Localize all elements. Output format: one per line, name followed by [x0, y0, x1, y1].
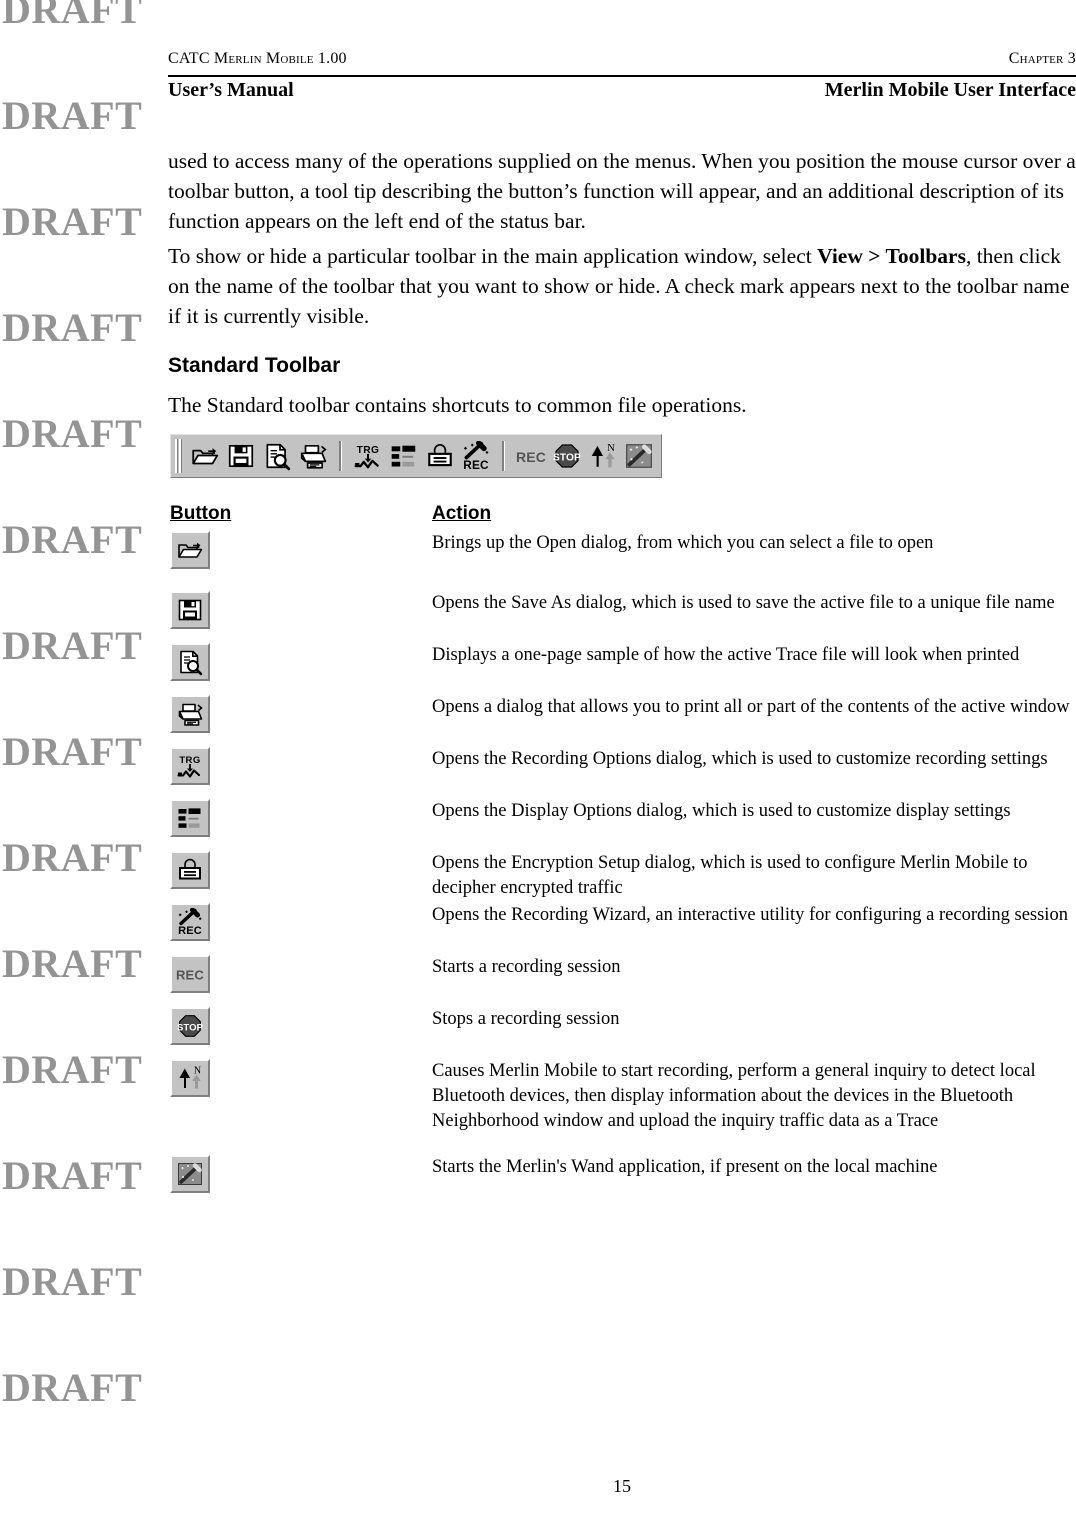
encryption-setup-icon-button[interactable]: [170, 851, 210, 889]
save-icon-button[interactable]: [170, 591, 210, 629]
svg-text:REC: REC: [463, 459, 489, 471]
running-header-bottom: User’s Manual Merlin Mobile User Interfa…: [168, 79, 1076, 105]
draft-watermark: DRAFT: [2, 1047, 143, 1092]
draft-watermark: DRAFT: [2, 199, 143, 244]
merlins-wand-icon-button[interactable]: [170, 1155, 210, 1193]
svg-text:N: N: [607, 442, 615, 454]
running-header-top: CATC Merlin Mobile 1.00 Chapter 3: [168, 50, 1076, 72]
column-header-button: Button: [170, 503, 232, 524]
row-action-text: Opens the Recording Wizard, an interacti…: [432, 905, 1068, 925]
draft-watermark: DRAFT: [2, 1259, 143, 1304]
svg-text:STOP: STOP: [177, 1022, 204, 1033]
record-start-icon[interactable]: REC: [516, 441, 546, 471]
print-icon[interactable]: [298, 441, 328, 471]
table-row: Opens the Display Options dialog, which …: [168, 799, 1074, 851]
table-row: Displays a one-page sample of how the ac…: [168, 643, 1074, 695]
table-row: Opens the Save As dialog, which is used …: [168, 591, 1074, 643]
header-chapter-label: Chapter 3: [1008, 50, 1076, 67]
row-action-text: Displays a one-page sample of how the ac…: [432, 645, 1020, 665]
bluetooth-neighborhood-icon-button[interactable]: N: [170, 1059, 210, 1097]
svg-text:REC: REC: [178, 925, 202, 936]
menu-path-emphasis: View > Toolbars: [817, 244, 966, 268]
table-row: Opens the Encryption Setup dialog, which…: [168, 851, 1074, 903]
toolbar-separator: [502, 441, 505, 471]
column-header-action: Action: [432, 503, 492, 524]
draft-watermark: DRAFT: [2, 729, 143, 774]
row-action-text: Stops a recording session: [432, 1009, 620, 1029]
row-action-text: Starts a recording session: [432, 957, 621, 977]
table-row: REC Opens the Recording Wizard, an intera…: [168, 903, 1074, 955]
page-content: CATC Merlin Mobile 1.00 Chapter 3 User’s…: [168, 0, 1076, 1515]
svg-text:STOP: STOP: [553, 453, 581, 464]
header-manual-title: User’s Manual: [168, 79, 294, 101]
recording-wizard-icon-button[interactable]: REC: [170, 903, 210, 941]
table-row: STOP Stops a recording session: [168, 1007, 1074, 1059]
merlins-wand-icon[interactable]: [624, 441, 654, 471]
draft-watermark-column: DRAFT DRAFT DRAFT DRAFT DRAFT DRAFT DRAFT DRAFT…: [0, 0, 160, 1515]
body-paragraph-2: To show or hide a particular toolbar in …: [168, 241, 1076, 331]
open-icon[interactable]: [190, 441, 220, 471]
save-icon[interactable]: [226, 441, 256, 471]
row-action-text: Brings up the Open dialog, from which yo…: [432, 533, 934, 553]
svg-text:N: N: [194, 1066, 201, 1077]
encryption-setup-icon[interactable]: [425, 441, 455, 471]
table-row: Brings up the Open dialog, from which yo…: [168, 531, 1074, 587]
table-header-row: Button Action: [170, 503, 1076, 529]
draft-watermark: DRAFT: [2, 835, 143, 880]
header-product-title: CATC Merlin Mobile 1.00: [168, 50, 347, 67]
record-start-icon-button[interactable]: REC: [170, 955, 210, 993]
section-heading-standard-toolbar: Standard Toolbar: [168, 354, 341, 377]
table-row: N Causes Merlin Mobile to start recordin…: [168, 1059, 1074, 1163]
print-icon-button[interactable]: [170, 695, 210, 733]
table-row: REC Starts a recording session: [168, 955, 1074, 1007]
draft-watermark: DRAFT: [2, 305, 143, 350]
row-action-text: Opens the Display Options dialog, which …: [432, 801, 1011, 821]
paragraph-2-text-a: To show or hide a particular toolbar in …: [168, 244, 818, 268]
print-preview-icon[interactable]: [262, 441, 292, 471]
table-row: Opens a dialog that allows you to print …: [168, 695, 1074, 747]
row-action-text: Opens a dialog that allows you to print …: [432, 697, 1070, 717]
toolbar-grip[interactable]: [175, 439, 182, 473]
open-icon-button[interactable]: [170, 531, 210, 569]
recording-options-icon-button[interactable]: TRG: [170, 747, 210, 785]
draft-watermark: DRAFT: [2, 1365, 143, 1410]
draft-watermark: DRAFT: [2, 941, 143, 986]
draft-watermark: DRAFT: [2, 517, 143, 562]
display-options-icon[interactable]: [389, 441, 419, 471]
header-section-title: Merlin Mobile User Interface: [824, 79, 1076, 101]
toolbar-separator: [339, 441, 342, 471]
page-number: 15: [613, 1476, 631, 1496]
recording-wizard-icon[interactable]: REC: [461, 441, 491, 471]
row-action-text: Opens the Save As dialog, which is used …: [432, 593, 1055, 613]
body-paragraph-1: used to access many of the operations su…: [168, 149, 1076, 233]
svg-text:REC: REC: [176, 968, 204, 983]
header-rule: [168, 75, 1076, 77]
row-action-text: Opens the Recording Options dialog, whic…: [432, 749, 1048, 769]
recording-options-icon[interactable]: TRG: [353, 441, 383, 471]
row-action-text: Causes Merlin Mobile to start recording,…: [432, 1061, 1036, 1131]
print-preview-icon-button[interactable]: [170, 643, 210, 681]
draft-watermark: DRAFT: [2, 1153, 143, 1198]
draft-watermark: DRAFT: [2, 411, 143, 456]
row-action-text: Opens the Encryption Setup dialog, which…: [432, 853, 1028, 898]
draft-watermark: DRAFT: [2, 93, 143, 138]
bluetooth-neighborhood-icon[interactable]: N: [588, 441, 618, 471]
draft-watermark: DRAFT: [2, 0, 143, 32]
row-action-text: Starts the Merlin's Wand application, if…: [432, 1157, 938, 1177]
draft-watermark: DRAFT: [2, 623, 143, 668]
record-stop-icon[interactable]: STOP: [552, 441, 582, 471]
display-options-icon-button[interactable]: [170, 799, 210, 837]
standard-toolbar-figure: TRG REC REC STOP N: [170, 434, 662, 478]
table-row: Starts the Merlin's Wand application, if…: [168, 1155, 1074, 1207]
table-row: TRG Opens the Recording Options dialog, …: [168, 747, 1074, 799]
svg-text:REC: REC: [516, 449, 546, 465]
body-paragraph-3: The Standard toolbar contains shortcuts …: [168, 393, 747, 417]
record-stop-icon-button[interactable]: STOP: [170, 1007, 210, 1045]
